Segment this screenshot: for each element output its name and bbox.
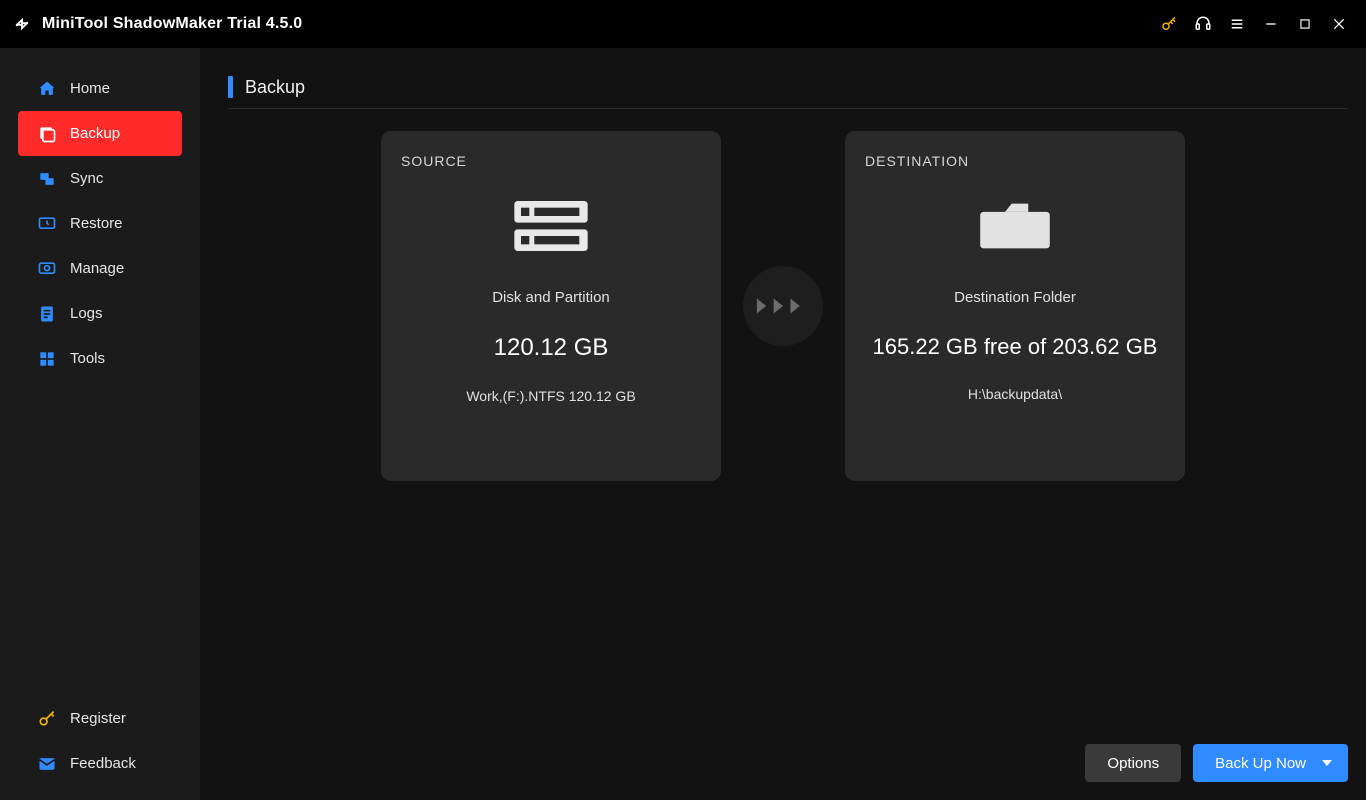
backup-now-button[interactable]: Back Up Now xyxy=(1193,744,1348,782)
sidebar-item-manage[interactable]: Manage xyxy=(18,246,182,291)
home-icon xyxy=(36,78,58,100)
sidebar-item-label: Sync xyxy=(70,170,103,187)
source-type: Disk and Partition xyxy=(401,289,701,306)
cards-row: SOURCE Disk and Partition 120.12 GB Work… xyxy=(200,131,1366,481)
manage-icon xyxy=(36,258,58,280)
sidebar-item-backup[interactable]: Backup xyxy=(18,111,182,156)
sync-icon xyxy=(36,168,58,190)
restore-icon xyxy=(36,213,58,235)
sidebar-item-label: Logs xyxy=(70,305,103,322)
sidebar-nav: Home Backup Sync Restore xyxy=(0,66,200,381)
app-title: MiniTool ShadowMaker Trial 4.5.0 xyxy=(42,15,302,33)
arrow-icon xyxy=(743,266,823,346)
destination-path: H:\backupdata\ xyxy=(865,386,1165,402)
sidebar-item-label: Backup xyxy=(70,125,120,142)
titlebar: MiniTool ShadowMaker Trial 4.5.0 xyxy=(0,0,1366,48)
sidebar-item-feedback[interactable]: Feedback xyxy=(18,741,182,786)
sidebar-item-label: Home xyxy=(70,80,110,97)
app-logo-icon xyxy=(10,12,34,36)
support-icon[interactable] xyxy=(1186,7,1220,41)
sidebar-item-register[interactable]: Register xyxy=(18,696,182,741)
destination-type: Destination Folder xyxy=(865,289,1165,306)
sidebar-item-sync[interactable]: Sync xyxy=(18,156,182,201)
dropdown-caret-icon[interactable] xyxy=(1316,744,1338,782)
source-size: 120.12 GB xyxy=(401,334,701,362)
sidebar-item-restore[interactable]: Restore xyxy=(18,201,182,246)
source-detail: Work,(F:).NTFS 120.12 GB xyxy=(401,388,701,404)
sidebar-item-label: Register xyxy=(70,710,126,727)
page-title: Backup xyxy=(245,77,305,98)
source-card[interactable]: SOURCE Disk and Partition 120.12 GB Work… xyxy=(381,131,721,481)
header-accent xyxy=(228,76,233,98)
main-panel: Backup SOURCE Disk and Partition xyxy=(200,48,1366,800)
backup-icon xyxy=(36,123,58,145)
maximize-icon[interactable] xyxy=(1288,7,1322,41)
folder-icon xyxy=(865,191,1165,261)
logs-icon xyxy=(36,303,58,325)
destination-free: 165.22 GB free of 203.62 GB xyxy=(865,334,1165,360)
page-header: Backup xyxy=(228,76,1348,109)
source-heading: SOURCE xyxy=(401,153,701,169)
footer-actions: Options Back Up Now xyxy=(1085,744,1348,782)
license-key-icon[interactable] xyxy=(1152,7,1186,41)
destination-heading: DESTINATION xyxy=(865,153,1165,169)
menu-icon[interactable] xyxy=(1220,7,1254,41)
sidebar-item-label: Feedback xyxy=(70,755,136,772)
sidebar: Home Backup Sync Restore xyxy=(0,48,200,800)
app-body: Home Backup Sync Restore xyxy=(0,48,1366,800)
minimize-icon[interactable] xyxy=(1254,7,1288,41)
sidebar-item-label: Restore xyxy=(70,215,123,232)
feedback-icon xyxy=(36,753,58,775)
sidebar-item-home[interactable]: Home xyxy=(18,66,182,111)
disk-icon xyxy=(401,191,701,261)
sidebar-bottom: Register Feedback xyxy=(0,696,200,800)
backup-now-label: Back Up Now xyxy=(1215,755,1306,772)
register-key-icon xyxy=(36,708,58,730)
close-icon[interactable] xyxy=(1322,7,1356,41)
destination-card[interactable]: DESTINATION Destination Folder 165.22 GB… xyxy=(845,131,1185,481)
options-button[interactable]: Options xyxy=(1085,744,1181,782)
sidebar-item-label: Tools xyxy=(70,350,105,367)
sidebar-item-logs[interactable]: Logs xyxy=(18,291,182,336)
sidebar-item-label: Manage xyxy=(70,260,124,277)
sidebar-item-tools[interactable]: Tools xyxy=(18,336,182,381)
tools-icon xyxy=(36,348,58,370)
